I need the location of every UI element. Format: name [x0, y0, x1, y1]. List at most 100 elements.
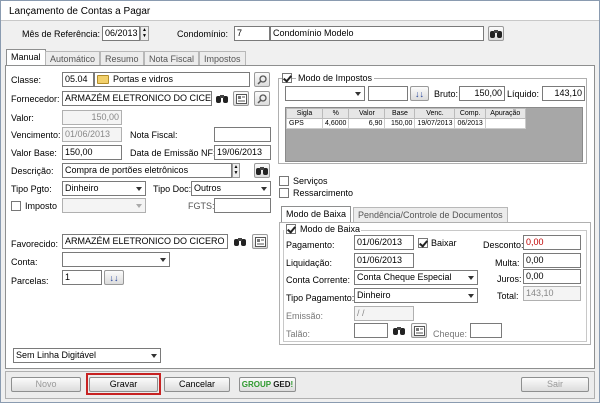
- impostos-col-header[interactable]: Apuração: [484, 108, 526, 119]
- classe-name-text: Portas e vidros: [113, 74, 174, 84]
- condominio-code-field[interactable]: 7: [234, 26, 270, 41]
- desconto-field[interactable]: 0,00: [523, 235, 581, 250]
- talao-binoculars-icon[interactable]: [391, 323, 407, 338]
- valor-field[interactable]: 150,00: [62, 110, 122, 125]
- condominio-name-field[interactable]: Condomínio Modelo: [270, 26, 484, 41]
- cheque-field[interactable]: [470, 323, 502, 338]
- vencimento-field[interactable]: 01/06/2013: [62, 127, 122, 142]
- chevron-down-icon: [468, 294, 474, 298]
- impostos-col-header[interactable]: Base: [384, 108, 416, 119]
- tab-nota-fiscal[interactable]: Nota Fiscal: [144, 51, 200, 66]
- baixar-label: Baixar: [431, 238, 457, 248]
- pagamento-label: Pagamento:: [286, 240, 335, 250]
- impostos-cell: GPS: [286, 118, 323, 129]
- window-title: Lançamento de Contas a Pagar: [1, 1, 599, 21]
- descricao-field[interactable]: Compra de portões eletrônicos: [62, 163, 232, 178]
- parcelas-label: Parcelas:: [11, 276, 49, 286]
- impostos-header-row: Sigla% Valor Base Venc. Comp. Apuração: [286, 108, 526, 119]
- conta-corrente-select[interactable]: Conta Cheque Especial: [354, 270, 478, 285]
- impostos-col-header[interactable]: Comp.: [454, 108, 486, 119]
- talao-field[interactable]: [354, 323, 388, 338]
- tipo-pagamento-select[interactable]: Dinheiro: [354, 288, 478, 303]
- multa-field[interactable]: 0,00: [523, 253, 581, 268]
- fgts-field[interactable]: [214, 198, 271, 213]
- liquidacao-label: Liquidação:: [286, 258, 333, 268]
- imposto-select[interactable]: [62, 198, 146, 213]
- group-ged-button[interactable]: GROUP GED!: [239, 377, 296, 392]
- tab-impostos[interactable]: Impostos: [199, 51, 246, 66]
- imposto-add-arrows-icon[interactable]: ↓↓: [410, 86, 429, 101]
- conta-select[interactable]: [62, 252, 170, 267]
- sair-button[interactable]: Sair: [521, 377, 589, 392]
- classe-name-field[interactable]: Portas e vidros: [94, 72, 250, 87]
- modo-impostos-checkbox[interactable]: [282, 73, 292, 83]
- chevron-down-icon: [136, 204, 142, 208]
- total-field[interactable]: 143,10: [523, 286, 581, 301]
- vencimento-label: Vencimento:: [11, 130, 61, 140]
- tipo-doc-select[interactable]: Outros: [191, 181, 271, 196]
- classe-search-icon[interactable]: [254, 72, 270, 87]
- tab-modo-baixa[interactable]: Modo de Baixa: [281, 206, 352, 223]
- nota-fiscal-field[interactable]: [214, 127, 271, 142]
- fornecedor-search-icon[interactable]: [254, 91, 270, 106]
- favorecido-field[interactable]: ARMAZÉM ELETRONICO DO CICERO: [62, 234, 228, 249]
- impostos-col-header[interactable]: Sigla: [286, 108, 323, 119]
- descricao-spinner[interactable]: ▲ ▼: [232, 163, 240, 178]
- classe-code-field[interactable]: 05.04: [62, 72, 94, 87]
- emissao-field[interactable]: / /: [354, 306, 414, 321]
- impostos-cell: 6,90: [348, 118, 386, 129]
- impostos-col-header[interactable]: Valor: [348, 108, 386, 119]
- tab-manual[interactable]: Manual: [6, 49, 46, 66]
- parcelas-field[interactable]: 1: [62, 270, 102, 285]
- chevron-down-icon: [136, 187, 142, 191]
- ged-ged-text: GED: [273, 380, 291, 389]
- talao-label: Talão:: [286, 329, 311, 339]
- binoculars-search-icon[interactable]: [488, 26, 504, 41]
- descricao-binoculars-icon[interactable]: [254, 163, 270, 178]
- modo-impostos-label: Modo de Impostos: [296, 72, 375, 84]
- favorecido-binoculars-icon[interactable]: [232, 234, 248, 249]
- chevron-down-icon: [468, 276, 474, 280]
- tipo-pagamento-label: Tipo Pagamento:: [286, 293, 355, 303]
- liquidacao-field[interactable]: 01/06/2013: [354, 253, 414, 268]
- impostos-col-header[interactable]: %: [321, 108, 350, 119]
- tipo-pgto-select[interactable]: Dinheiro: [62, 181, 146, 196]
- juros-field[interactable]: 0,00: [523, 269, 581, 284]
- mes-spinner[interactable]: ▲ ▼: [140, 26, 149, 41]
- favorecido-cadastro-icon[interactable]: [252, 234, 268, 249]
- impostos-cell: 06/2013: [454, 118, 486, 129]
- bruto-field[interactable]: 150,00: [459, 86, 505, 101]
- talao-cadastro-icon[interactable]: [411, 323, 427, 338]
- valor-base-label: Valor Base:: [11, 148, 57, 158]
- impostos-col-header[interactable]: Venc.: [414, 108, 456, 119]
- tab-pendencia[interactable]: Pendência/Controle de Documentos: [353, 207, 508, 222]
- servicos-checkbox[interactable]: [279, 176, 289, 186]
- data-emissao-field[interactable]: 19/06/2013: [214, 145, 271, 160]
- ressarcimento-checkbox[interactable]: [279, 188, 289, 198]
- chevron-down-icon: [355, 92, 361, 96]
- impostos-cell: [484, 118, 526, 129]
- linha-digitavel-select[interactable]: Sem Linha Digitável: [13, 348, 161, 363]
- parcelas-down-arrows-icon[interactable]: ↓↓: [104, 270, 124, 285]
- fornecedor-cadastro-icon[interactable]: [233, 91, 249, 106]
- mes-referencia-field[interactable]: 06/2013: [102, 26, 140, 41]
- valor-base-field[interactable]: 150,00: [62, 145, 122, 160]
- fornecedor-field[interactable]: ARMAZÉM ELETRONICO DO CICERO: [62, 91, 212, 106]
- novo-button[interactable]: Novo: [11, 377, 81, 392]
- pagamento-field[interactable]: 01/06/2013: [354, 235, 414, 250]
- cancelar-button[interactable]: Cancelar: [164, 377, 230, 392]
- impostos-row[interactable]: GPS 4,6000 6,90 150,00 19/07/2013 06/2013: [286, 118, 526, 129]
- baixar-checkbox[interactable]: [418, 238, 428, 248]
- nota-fiscal-label: Nota Fiscal:: [130, 130, 178, 140]
- fornecedor-binoculars-icon[interactable]: [214, 91, 230, 106]
- tab-resumo[interactable]: Resumo: [100, 51, 144, 66]
- tab-automatico[interactable]: Automático: [45, 51, 101, 66]
- imposto-valor-field[interactable]: [368, 86, 408, 101]
- imposto-tipo-select[interactable]: [285, 86, 365, 101]
- liquido-field[interactable]: 143,10: [542, 86, 585, 101]
- impostos-table: Sigla% Valor Base Venc. Comp. Apuração GPS 4,6…: [286, 108, 526, 129]
- imposto-checkbox[interactable]: [11, 201, 21, 211]
- tipo-pgto-value: Dinheiro: [65, 183, 99, 193]
- cheque-label: Cheque:: [433, 329, 468, 339]
- gravar-button[interactable]: Gravar: [89, 377, 158, 392]
